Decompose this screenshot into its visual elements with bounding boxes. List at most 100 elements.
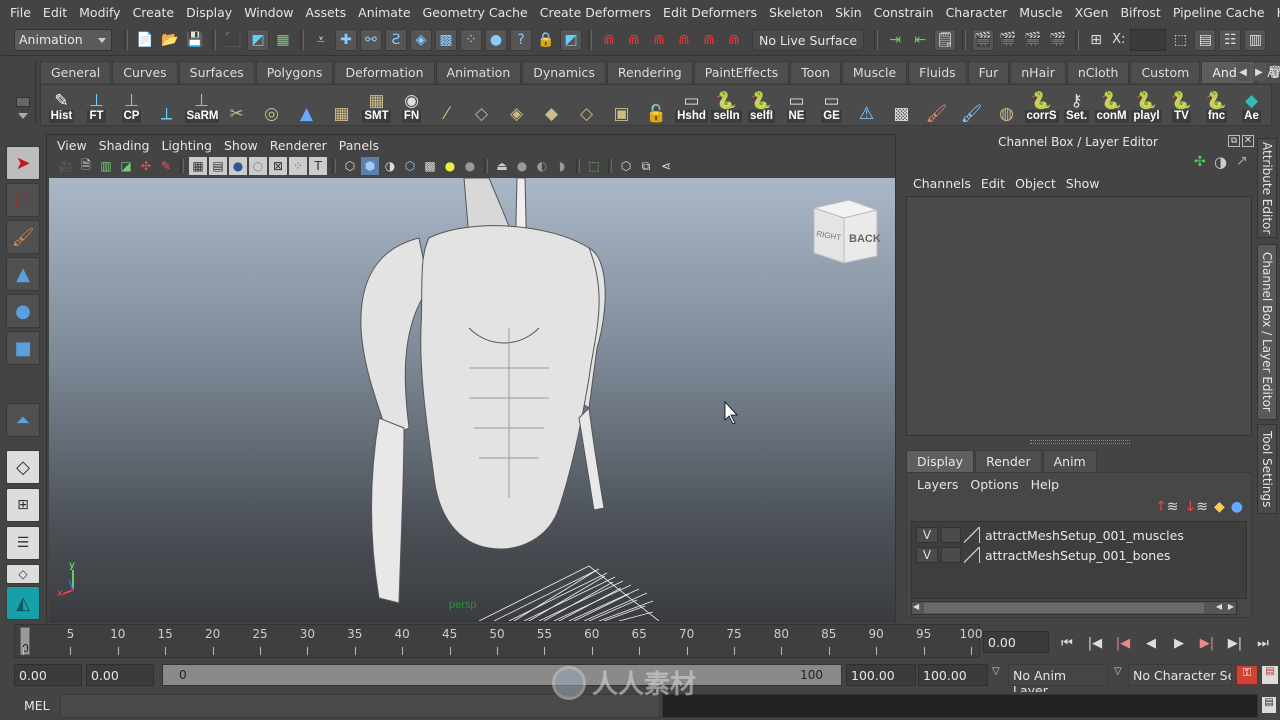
layer-row[interactable]: VattractMeshSetup_001_bones xyxy=(916,546,1170,564)
snap-to-projected-center-icon[interactable]: ⋒ xyxy=(673,29,695,51)
shelf-menu-grip[interactable] xyxy=(6,61,36,125)
trash-icon[interactable]: 🗑 xyxy=(1267,63,1280,81)
tab-tool-settings[interactable]: Tool Settings xyxy=(1257,424,1277,514)
shelf-scroll-right-icon[interactable]: ▶ xyxy=(1252,63,1266,81)
shelf-tab-polygons[interactable]: Polygons xyxy=(255,61,334,83)
layer-menu-layers[interactable]: Layers xyxy=(911,477,964,492)
render-settings-icon[interactable]: 🎬 xyxy=(1047,29,1069,51)
shelf-scroll-left-icon[interactable]: ◀ xyxy=(1236,63,1250,81)
shelf-tab-rendering[interactable]: Rendering xyxy=(606,61,693,83)
layer-visibility-toggle[interactable]: V xyxy=(916,527,938,543)
character-set-dropdown-arrow-icon[interactable]: ▽ xyxy=(1114,666,1122,677)
lasso-tool[interactable]: ⬚ xyxy=(6,183,40,217)
channel-box-toggle-icon[interactable]: ▥ xyxy=(1244,28,1267,51)
channel-box-menu-channels[interactable]: Channels xyxy=(908,176,976,191)
scale-tool[interactable]: ■ xyxy=(6,331,40,365)
shelf-tab-painteffects[interactable]: PaintEffects xyxy=(693,61,790,83)
current-time-field[interactable]: 0.00 xyxy=(983,631,1049,653)
menu-muscle[interactable]: Muscle xyxy=(1013,5,1068,20)
panel-menu-shading[interactable]: Shading xyxy=(93,138,156,153)
shelf-button-hist[interactable]: ✎ Hist xyxy=(45,87,78,123)
create-layer-from-selected-icon[interactable]: ● xyxy=(1231,499,1243,515)
play-forward-button[interactable]: ▶ xyxy=(1168,633,1190,653)
wireframe-icon[interactable]: ⬡ xyxy=(341,157,359,175)
shelf-button-uv-cut[interactable]: ✂ xyxy=(220,87,253,123)
xray-active-components-icon[interactable]: ⋖ xyxy=(657,157,675,175)
show-hide-modeling-toolkit-icon[interactable]: ⬚ xyxy=(1169,29,1191,51)
select-rendering-icon[interactable]: ● xyxy=(485,28,507,51)
manipulator-icon[interactable]: ✣ xyxy=(1194,154,1206,170)
layer-row[interactable]: VattractMeshSetup_001_muscles xyxy=(916,526,1184,544)
textured-icon[interactable]: ▩ xyxy=(421,157,439,175)
bookmarks-icon[interactable]: ▥ xyxy=(97,157,115,175)
3d-viewport[interactable]: BACK RIGHT y x persp xyxy=(49,178,895,621)
select-by-component-icon[interactable]: ▦ xyxy=(272,29,294,51)
animation-end-field[interactable]: 100.00 xyxy=(918,664,988,686)
attribute-editor-toggle-icon[interactable]: ▤ xyxy=(1194,28,1217,51)
anim-layer-dropdown[interactable]: No Anim Layer xyxy=(1008,664,1108,698)
select-misc-icon[interactable]: ? xyxy=(510,28,532,51)
menu-animate[interactable]: Animate xyxy=(352,5,416,20)
panel-menu-view[interactable]: View xyxy=(51,138,93,153)
select-deformations-icon[interactable]: ▩ xyxy=(435,28,457,51)
menu-character[interactable]: Character xyxy=(940,5,1014,20)
script-editor-icon[interactable]: ▤ xyxy=(1262,697,1276,713)
select-curves-icon[interactable]: Ƨ xyxy=(385,28,407,51)
shelf-button-paint-skin[interactable]: 🖌 xyxy=(955,87,988,123)
layer-tab-display[interactable]: Display xyxy=(906,450,975,472)
shelf-tab-deformation[interactable]: Deformation xyxy=(334,61,435,83)
shelf-tab-fluids[interactable]: Fluids xyxy=(908,61,967,83)
layer-playback-toggle[interactable] xyxy=(941,527,961,543)
shelf-tab-dynamics[interactable]: Dynamics xyxy=(522,61,606,83)
shelf-tab-animation[interactable]: Animation xyxy=(435,61,522,83)
layer-tab-render[interactable]: Render xyxy=(975,450,1042,472)
shelf-button-fn[interactable]: ◉ FN xyxy=(395,87,428,123)
select-dynamics-icon[interactable]: ⁘ xyxy=(460,28,482,51)
anti-aliasing-icon[interactable]: ◐ xyxy=(533,157,551,175)
menu-create[interactable]: Create xyxy=(127,5,181,20)
lock-selection-icon[interactable]: 🔒 xyxy=(535,29,557,51)
depth-of-field-icon[interactable]: ◗ xyxy=(553,157,571,175)
panel-menu-lighting[interactable]: Lighting xyxy=(155,138,218,153)
tab-attribute-editor[interactable]: Attribute Editor xyxy=(1257,138,1277,238)
panel-menu-renderer[interactable]: Renderer xyxy=(264,138,333,153)
menu-skin[interactable]: Skin xyxy=(829,5,868,20)
menu-create-deformers[interactable]: Create Deformers xyxy=(534,5,657,20)
safe-title-icon[interactable]: T xyxy=(309,157,327,175)
menu-skeleton[interactable]: Skeleton xyxy=(763,5,829,20)
hyper-icon[interactable]: ↗ xyxy=(1236,153,1248,169)
rotate-tool[interactable]: ● xyxy=(6,294,40,328)
paint-select-tool[interactable]: 🖌 xyxy=(6,220,40,254)
input-connections-icon[interactable]: ⇥ xyxy=(884,29,906,51)
layer-tab-anim[interactable]: Anim xyxy=(1042,450,1097,472)
shelf-tab-muscle[interactable]: Muscle xyxy=(841,61,908,83)
panel-menu-panels[interactable]: Panels xyxy=(333,138,385,153)
shelf-button-ft[interactable]: ⊥ FT xyxy=(80,87,113,123)
shelf-tab-general[interactable]: General xyxy=(40,61,112,83)
shelf-tab-toon[interactable]: Toon xyxy=(790,61,841,83)
shelf-button-set[interactable]: ⚷ Set. xyxy=(1060,87,1093,123)
shelf-button-globe[interactable]: ◍ xyxy=(990,87,1023,123)
shelf-button-uv-fold[interactable]: ◆ xyxy=(535,87,568,123)
ambient-occlusion-icon[interactable]: ⏏ xyxy=(493,157,511,175)
last-tool-used[interactable]: ⏶ xyxy=(6,403,40,437)
make-live-icon[interactable]: ⋒ xyxy=(723,29,745,51)
go-to-start-button[interactable]: ⏮ xyxy=(1056,633,1078,653)
snap-to-point-icon[interactable]: ⋒ xyxy=(648,29,670,51)
layer-color-swatch-icon[interactable] xyxy=(964,527,980,543)
field-chart-icon[interactable]: ⊠ xyxy=(269,157,287,175)
shelf-button-uv-checker[interactable]: ▩ xyxy=(885,87,918,123)
move-layer-down-icon[interactable]: ↓≋ xyxy=(1185,499,1208,515)
auto-key-icon[interactable]: ⚿ xyxy=(1236,665,1258,685)
menu-edit-deformers[interactable]: Edit Deformers xyxy=(657,5,763,20)
shelf-button-uv-split[interactable]: ⁄ xyxy=(430,87,463,123)
shelf-tab-fur[interactable]: Fur xyxy=(967,61,1010,83)
view-cube[interactable]: BACK RIGHT xyxy=(812,199,881,264)
single-perspective-layout[interactable]: ◇ xyxy=(6,450,40,484)
layer-name[interactable]: attractMeshSetup_001_muscles xyxy=(985,528,1184,543)
go-to-end-button[interactable]: ⏭ xyxy=(1252,633,1274,653)
output-connections-icon[interactable]: ⇤ xyxy=(909,29,931,51)
shelf-tab-ncloth[interactable]: nCloth xyxy=(1066,61,1130,83)
highlight-selection-icon[interactable]: ◩ xyxy=(560,28,582,51)
create-empty-layer-icon[interactable]: ◆ xyxy=(1214,499,1225,515)
